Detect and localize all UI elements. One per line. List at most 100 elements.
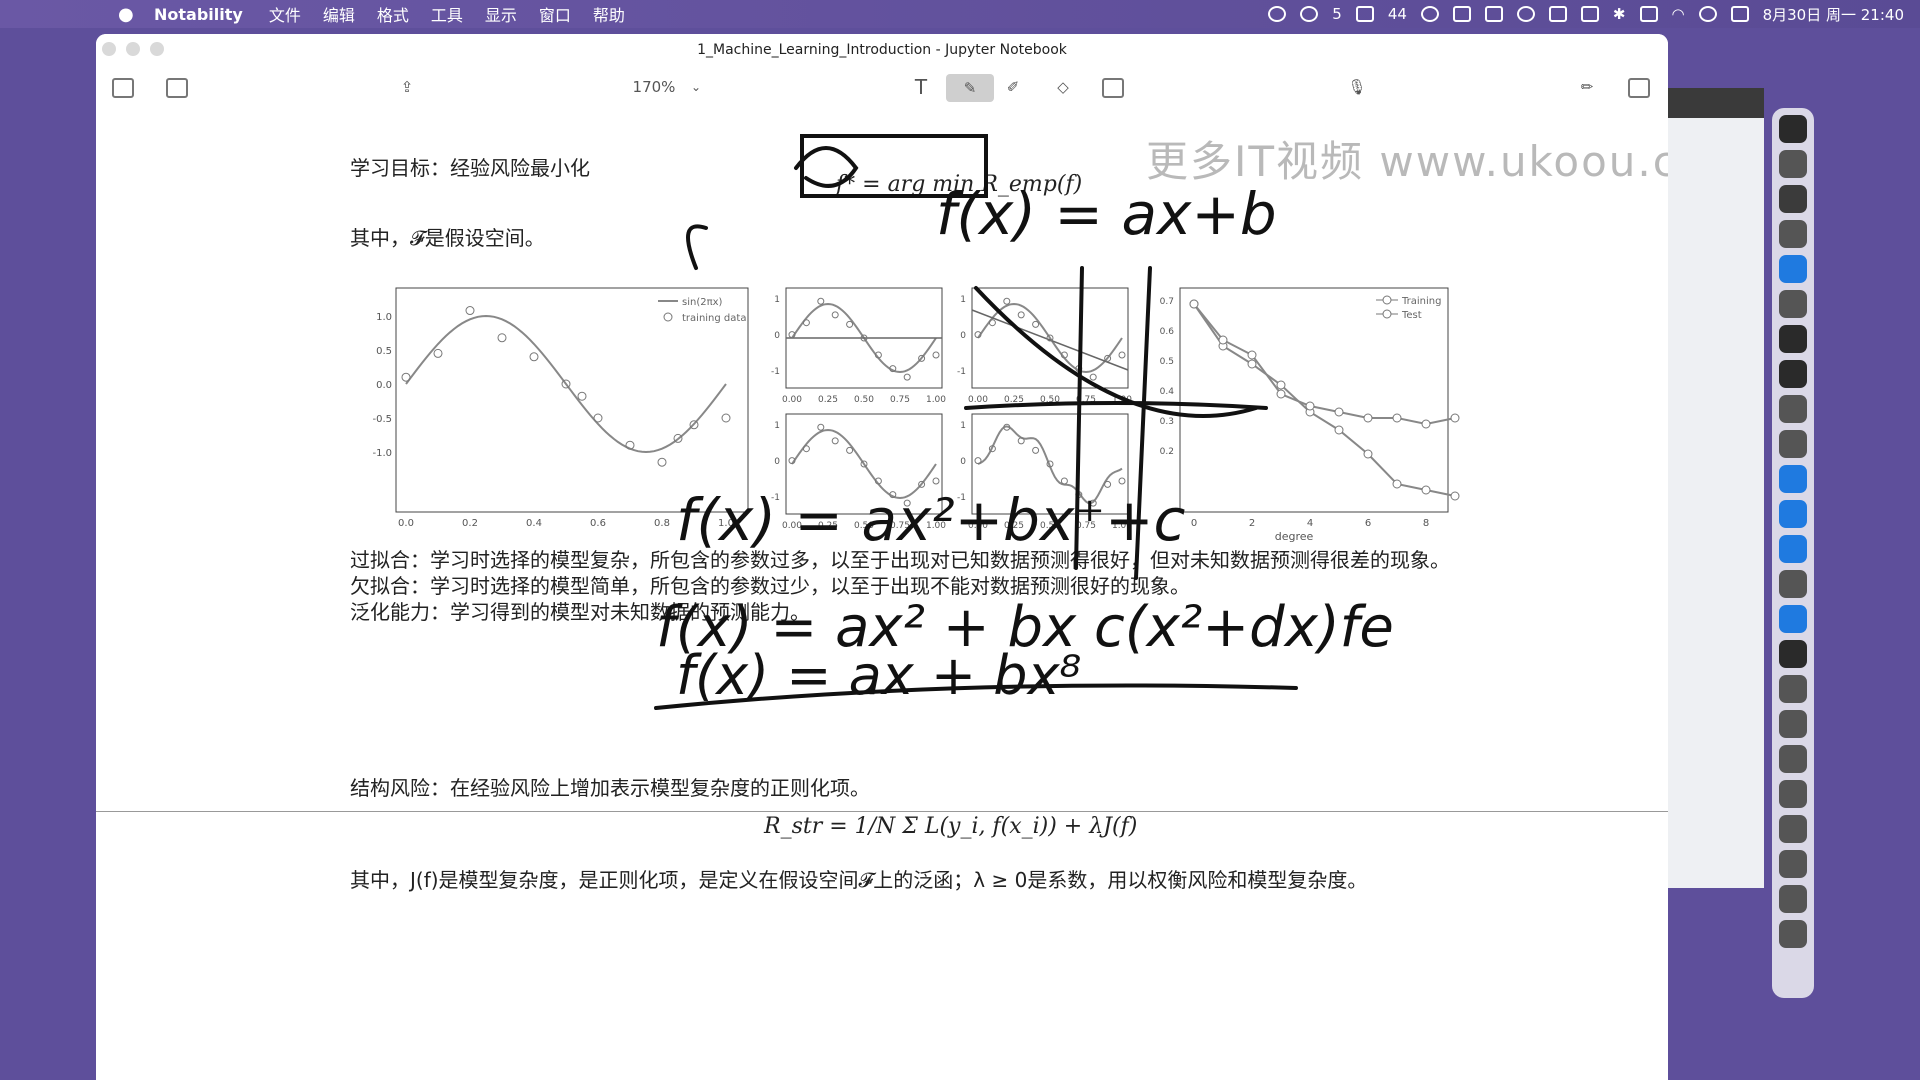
eraser-icon[interactable]: ◇ bbox=[1052, 76, 1074, 98]
small-xtick-label: 0.75 bbox=[1076, 521, 1096, 531]
menu-help[interactable]: 帮助 bbox=[593, 2, 625, 26]
clipboard-icon[interactable] bbox=[1484, 6, 1503, 22]
error-point bbox=[1276, 389, 1286, 399]
trash-icon[interactable] bbox=[1779, 920, 1807, 948]
terminal-icon[interactable] bbox=[1779, 360, 1807, 388]
apple-icon[interactable]: ● bbox=[118, 4, 138, 25]
error-point bbox=[1421, 485, 1431, 495]
cloud-icon[interactable] bbox=[1779, 850, 1807, 878]
chat-icon[interactable] bbox=[1268, 6, 1287, 22]
spotlight-icon[interactable] bbox=[1698, 6, 1717, 22]
main-xtick-label: 1.0 bbox=[718, 518, 734, 529]
compose-icon[interactable] bbox=[166, 78, 188, 98]
zoom-level[interactable]: 170% bbox=[624, 76, 684, 98]
legend-training: training data bbox=[682, 313, 746, 324]
error-point bbox=[1450, 413, 1460, 423]
watermark: 更多IT视频 www.ukoou.com bbox=[1146, 137, 1668, 186]
small-ytick-label: 1 bbox=[774, 421, 780, 431]
battery-icon[interactable] bbox=[1639, 6, 1658, 22]
wifi-icon[interactable]: ◠ bbox=[1672, 5, 1685, 23]
chrome-icon[interactable] bbox=[1779, 290, 1807, 318]
books-icon[interactable] bbox=[1779, 815, 1807, 843]
menu-app-name[interactable]: Notability bbox=[154, 5, 243, 24]
page-icon[interactable] bbox=[1628, 78, 1650, 98]
menu-file[interactable]: 文件 bbox=[269, 2, 301, 26]
safari-icon[interactable] bbox=[1779, 150, 1807, 178]
github-icon[interactable] bbox=[1779, 325, 1807, 353]
error-point bbox=[1392, 479, 1402, 489]
menu-window[interactable]: 窗口 bbox=[539, 2, 571, 26]
background-window bbox=[1668, 88, 1764, 888]
small-ytick-label: 1 bbox=[774, 295, 780, 305]
main-ytick-label: 0.0 bbox=[376, 380, 392, 391]
excel-icon[interactable] bbox=[1779, 535, 1807, 563]
small-ytick-label: 0 bbox=[774, 331, 780, 341]
err-ytick-label: 0.5 bbox=[1160, 357, 1174, 367]
lasso-icon[interactable] bbox=[1102, 78, 1124, 98]
app-icon[interactable] bbox=[1779, 605, 1807, 633]
wechat-dock-icon[interactable] bbox=[1779, 430, 1807, 458]
pencil-icon[interactable]: ✏ bbox=[1576, 76, 1598, 98]
control-center-icon[interactable] bbox=[1730, 6, 1749, 22]
err-ytick-label: 0.6 bbox=[1160, 327, 1175, 337]
editor-icon[interactable] bbox=[1779, 675, 1807, 703]
vscode-icon[interactable] bbox=[1779, 255, 1807, 283]
keynote-icon[interactable] bbox=[1779, 745, 1807, 773]
wechat-icon[interactable] bbox=[1300, 6, 1319, 22]
highlighter-icon[interactable]: ✐ bbox=[1002, 76, 1024, 98]
small-xtick-label: 0.25 bbox=[818, 521, 838, 531]
battery-percent: 44 bbox=[1387, 5, 1407, 23]
text-tool-icon[interactable]: T bbox=[910, 75, 932, 99]
chevron-down-icon[interactable]: ⌄ bbox=[688, 76, 704, 98]
qq-icon[interactable] bbox=[1779, 395, 1807, 423]
finder-icon[interactable] bbox=[1779, 115, 1807, 143]
menu-view[interactable]: 显示 bbox=[485, 2, 517, 26]
notability-icon[interactable] bbox=[1779, 885, 1807, 913]
activity-icon[interactable] bbox=[1355, 6, 1374, 22]
git-icon[interactable] bbox=[1779, 640, 1807, 668]
background-window-titlebar bbox=[1668, 88, 1764, 118]
error-point bbox=[1334, 407, 1344, 417]
small-xtick-label: 1.00 bbox=[1112, 395, 1132, 405]
main-ytick-label: -1.0 bbox=[372, 448, 392, 459]
powerpoint-icon[interactable] bbox=[1779, 500, 1807, 528]
hypothesis-space-text: 其中，𝓕是假设空间。 bbox=[350, 226, 545, 250]
notes-icon[interactable] bbox=[1779, 220, 1807, 248]
clock[interactable]: 8月30日 周一 21:40 bbox=[1763, 4, 1904, 25]
error-point bbox=[1363, 449, 1373, 459]
small-xtick-label: 0.00 bbox=[782, 395, 802, 405]
goal-formula: f* = arg min R_emp(f) bbox=[836, 172, 1083, 197]
ink-line-4: f(x) = ax + bx⁸ bbox=[676, 644, 1081, 707]
browser-icon[interactable] bbox=[1779, 570, 1807, 598]
small-xtick-label: 0.25 bbox=[1004, 521, 1024, 531]
input-method-icon[interactable] bbox=[1580, 6, 1599, 22]
error-point bbox=[1392, 413, 1402, 423]
microphone-icon[interactable]: 🎙 bbox=[1346, 76, 1368, 98]
menu-edit[interactable]: 编辑 bbox=[323, 2, 355, 26]
menu-tools[interactable]: 工具 bbox=[431, 2, 463, 26]
sidebar-icon[interactable] bbox=[112, 78, 134, 98]
page-divider bbox=[96, 811, 1668, 812]
share-icon[interactable]: ⇪ bbox=[396, 76, 418, 98]
pen-tool-icon[interactable]: ✎ bbox=[946, 74, 994, 102]
small-xtick-label: 0.25 bbox=[1004, 395, 1024, 405]
keyboard-icon[interactable] bbox=[1452, 6, 1471, 22]
small-plot-3: 1 0 -1 0.00 0.25 0.50 0.75 1.00 bbox=[771, 413, 946, 531]
bluetooth-icon[interactable]: ✱ bbox=[1613, 5, 1626, 23]
small-plot-4: 1 0 -1 0.00 0.25 0.50 0.75 1.00 bbox=[957, 413, 1132, 531]
toolbar: ⇪ 170% ⌄ T ✎ ✐ ◇ 🎙 ✏ bbox=[96, 68, 1668, 109]
calendar-icon[interactable] bbox=[1779, 185, 1807, 213]
text-icon[interactable] bbox=[1779, 710, 1807, 738]
small-xtick-label: 0.50 bbox=[1040, 395, 1060, 405]
note-page[interactable]: 更多IT视频 www.ukoou.com 学习目标：经验风险最小化 f* = a… bbox=[96, 108, 1668, 1080]
menu-format[interactable]: 格式 bbox=[377, 2, 409, 26]
small-ytick-label: 0 bbox=[774, 457, 780, 467]
small-xtick-label: 0.00 bbox=[782, 521, 802, 531]
small-xtick-label: 0.75 bbox=[1076, 395, 1096, 405]
word-icon[interactable] bbox=[1779, 465, 1807, 493]
play-icon[interactable] bbox=[1516, 6, 1535, 22]
window-icon[interactable] bbox=[1548, 6, 1567, 22]
ink-f-stroke bbox=[686, 224, 708, 270]
search-app-icon[interactable] bbox=[1420, 6, 1439, 22]
translate-icon[interactable] bbox=[1779, 780, 1807, 808]
